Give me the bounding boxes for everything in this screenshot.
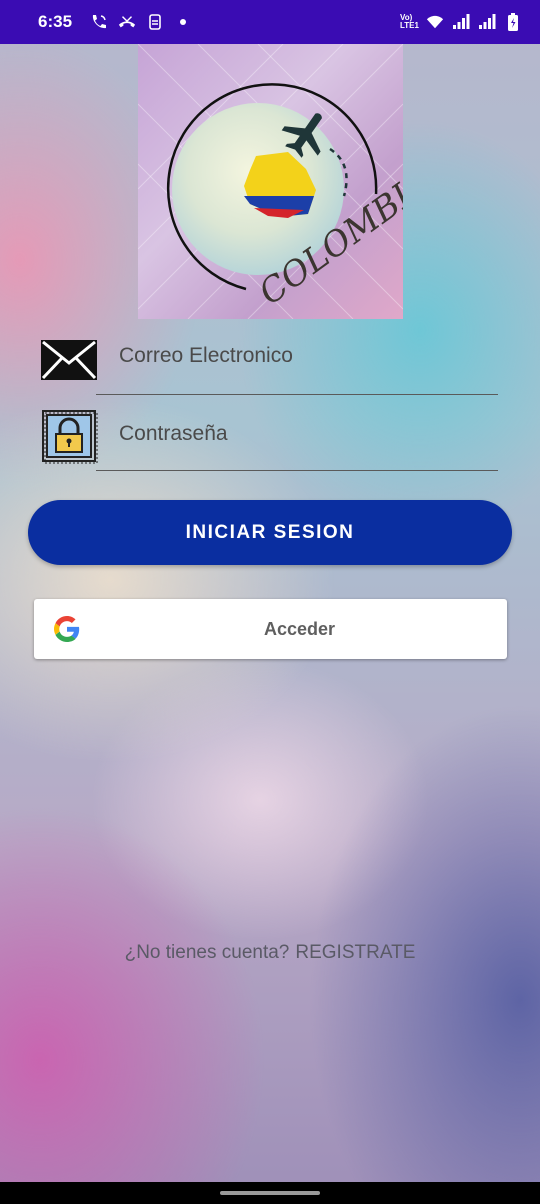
register-prompt: ¿No tienes cuenta? REGISTRATE xyxy=(0,942,540,964)
status-bar: 6:35 Vo) LTE1 xyxy=(0,0,540,44)
password-field[interactable]: Contraseña xyxy=(40,408,498,471)
signal-icon xyxy=(452,13,470,31)
email-field[interactable]: Correo Electronico xyxy=(40,337,498,397)
google-button-label: Acceder xyxy=(263,618,336,639)
login-button-label: INICIAR SESION xyxy=(185,521,355,543)
missed-call-icon xyxy=(118,13,136,31)
envelope-icon xyxy=(40,337,98,393)
navigation-bar xyxy=(0,1182,540,1204)
password-placeholder: Contraseña xyxy=(119,422,228,445)
status-time: 6:35 xyxy=(38,12,73,31)
padlock-icon xyxy=(40,408,98,464)
battery-charging-icon xyxy=(504,13,522,31)
notification-dot-icon xyxy=(174,13,192,31)
email-underline xyxy=(96,394,498,395)
login-button[interactable]: INICIAR SESION xyxy=(28,500,512,565)
sim-icon xyxy=(146,13,164,31)
register-link[interactable]: REGISTRATE xyxy=(295,942,415,963)
colombia-logo: COLOMBIA xyxy=(138,44,403,319)
google-sign-in-button[interactable]: Acceder xyxy=(34,599,507,659)
signal-icon xyxy=(478,13,496,31)
email-placeholder: Correo Electronico xyxy=(119,344,293,367)
home-gesture-handle[interactable] xyxy=(220,1191,320,1195)
password-underline xyxy=(96,470,498,471)
volte-icon: Vo) LTE1 xyxy=(400,13,419,30)
register-question: ¿No tienes cuenta? xyxy=(124,942,290,963)
wifi-call-icon xyxy=(90,13,108,31)
wifi-icon xyxy=(426,13,444,31)
